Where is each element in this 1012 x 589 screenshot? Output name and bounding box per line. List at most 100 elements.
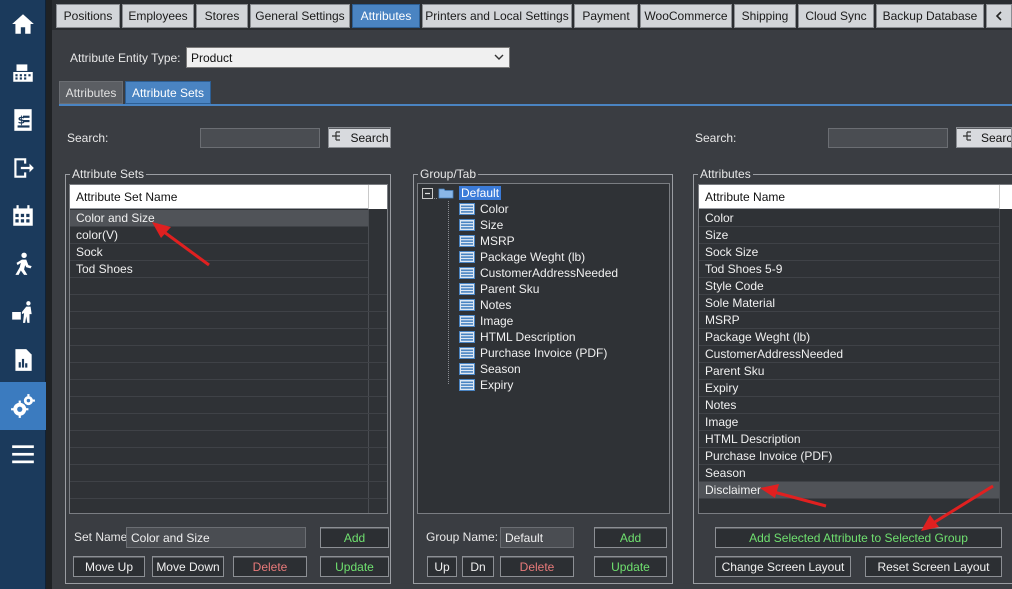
tree-item[interactable]: Parent Sku [459, 281, 539, 297]
tab-attributes[interactable]: Attributes [352, 4, 420, 28]
field-list-icon [459, 283, 475, 295]
settings-gears-icon[interactable] [0, 382, 46, 430]
attribute-row[interactable]: MSRP [699, 312, 999, 329]
tree-item[interactable]: Notes [459, 297, 511, 313]
empty-row [70, 465, 387, 482]
attribute-set-row[interactable]: Tod Shoes [70, 261, 368, 278]
attribute-row[interactable]: Style Code [699, 278, 999, 295]
attribute-row[interactable]: Disclaimer [699, 482, 999, 499]
tree-item-label: Purchase Invoice (PDF) [480, 346, 608, 360]
group-tree[interactable]: Default Color Size MSRP Package Weght (l… [417, 183, 670, 514]
left-search-button[interactable]: Search [328, 127, 391, 148]
invoice-icon[interactable]: $ [0, 96, 46, 144]
empty-row [70, 312, 387, 329]
tree-root[interactable]: Default [422, 185, 502, 201]
walking-person-icon[interactable] [0, 240, 46, 288]
subtab-attribute-sets[interactable]: Attribute Sets [125, 81, 211, 104]
tree-item[interactable]: Color [459, 201, 509, 217]
calendar-icon[interactable] [0, 192, 46, 240]
tree-item[interactable]: HTML Description [459, 329, 576, 345]
add-selected-attribute-button[interactable]: Add Selected Attribute to Selected Group [715, 527, 1002, 548]
change-screen-layout-button[interactable]: Change Screen Layout [715, 556, 851, 577]
attributes-title: Attributes [698, 167, 753, 181]
attribute-sets-grid[interactable]: Attribute Set Name Color and Size color(… [69, 184, 388, 514]
tree-item-label: Image [480, 314, 514, 328]
tab-printers-local-settings[interactable]: Printers and Local Settings [422, 4, 572, 28]
report-icon[interactable] [0, 336, 46, 384]
group-name-input[interactable]: Default [500, 527, 574, 548]
group-down-button[interactable]: Dn [462, 556, 494, 577]
tree-item-label: Notes [480, 298, 512, 312]
empty-row [70, 346, 387, 363]
attribute-row[interactable]: Purchase Invoice (PDF) [699, 448, 999, 465]
tree-item[interactable]: Image [459, 313, 513, 329]
exit-icon[interactable] [0, 144, 46, 192]
attribute-row[interactable]: Sole Material [699, 295, 999, 312]
tree-item[interactable]: MSRP [459, 233, 515, 249]
attribute-set-row[interactable]: Sock [70, 244, 368, 261]
attribute-row[interactable]: Sock Size [699, 244, 999, 261]
attributes-grid[interactable]: Attribute Name Color Size Sock Size Tod … [698, 184, 1012, 514]
field-list-icon [459, 267, 475, 279]
entity-type-select[interactable]: Product [186, 47, 510, 68]
field-list-icon [459, 251, 475, 263]
attribute-set-row[interactable]: color(V) [70, 227, 368, 244]
left-search-input[interactable] [200, 128, 320, 148]
field-list-icon [459, 331, 475, 343]
set-name-input[interactable]: Color and Size [126, 527, 306, 548]
tab-general-settings[interactable]: General Settings [250, 4, 350, 28]
attribute-row[interactable]: Image [699, 414, 999, 431]
attribute-row[interactable]: Color [699, 210, 999, 227]
tab-employees[interactable]: Employees [122, 4, 194, 28]
add-group-button[interactable]: Add [594, 527, 667, 548]
hamburger-menu-icon[interactable] [0, 430, 46, 478]
attribute-set-row[interactable]: Color and Size [70, 210, 368, 227]
attribute-row[interactable]: CustomerAddressNeeded [699, 346, 999, 363]
tab-backup-database[interactable]: Backup Database [876, 4, 984, 28]
subtab-attributes[interactable]: Attributes [59, 81, 123, 104]
attribute-row[interactable]: Parent Sku [699, 363, 999, 380]
delete-group-button[interactable]: Delete [500, 556, 574, 577]
attribute-row[interactable]: Expiry [699, 380, 999, 397]
tree-item[interactable]: Package Weght (lb) [459, 249, 585, 265]
tree-item[interactable]: Purchase Invoice (PDF) [459, 345, 607, 361]
delete-set-button[interactable]: Delete [233, 556, 307, 577]
group-up-button[interactable]: Up [427, 556, 457, 577]
empty-row [70, 431, 387, 448]
tab-payment[interactable]: Payment [574, 4, 638, 28]
search-tree-icon [961, 130, 973, 145]
attribute-row[interactable]: HTML Description [699, 431, 999, 448]
tree-item[interactable]: Size [459, 217, 503, 233]
tree-item[interactable]: Expiry [459, 377, 513, 393]
cash-register-icon[interactable] [0, 48, 46, 96]
right-search-button[interactable]: Search [956, 127, 1012, 148]
tree-item[interactable]: CustomerAddressNeeded [459, 265, 618, 281]
move-up-button[interactable]: Move Up [73, 556, 145, 577]
home-icon[interactable] [0, 0, 46, 48]
reset-screen-layout-button[interactable]: Reset Screen Layout [865, 556, 1002, 577]
field-list-icon [459, 299, 475, 311]
add-set-button[interactable]: Add [320, 527, 389, 548]
field-list-icon [459, 315, 475, 327]
attribute-row[interactable]: Season [699, 465, 999, 482]
tab-shipping[interactable]: Shipping [734, 4, 796, 28]
tab-stores[interactable]: Stores [196, 4, 248, 28]
right-search-input[interactable] [828, 128, 948, 148]
update-set-button[interactable]: Update [320, 556, 389, 577]
chevron-left-icon[interactable] [986, 4, 1012, 28]
collapse-icon[interactable] [422, 187, 433, 199]
move-down-button[interactable]: Move Down [152, 556, 224, 577]
attribute-name-header[interactable]: Attribute Name [699, 185, 999, 209]
attribute-set-name-header[interactable]: Attribute Set Name [70, 185, 368, 209]
tab-woocommerce[interactable]: WooCommerce [640, 4, 732, 28]
tab-cloud-sync[interactable]: Cloud Sync [798, 4, 874, 28]
attribute-row[interactable]: Tod Shoes 5-9 [699, 261, 999, 278]
attribute-row[interactable]: Notes [699, 397, 999, 414]
tree-item[interactable]: Season [459, 361, 521, 377]
tab-positions[interactable]: Positions [56, 4, 120, 28]
attribute-row[interactable]: Package Weght (lb) [699, 329, 999, 346]
attribute-row[interactable]: Size [699, 227, 999, 244]
update-group-button[interactable]: Update [594, 556, 667, 577]
delivery-icon[interactable] [0, 288, 46, 336]
left-search-button-label: Search [350, 130, 389, 145]
